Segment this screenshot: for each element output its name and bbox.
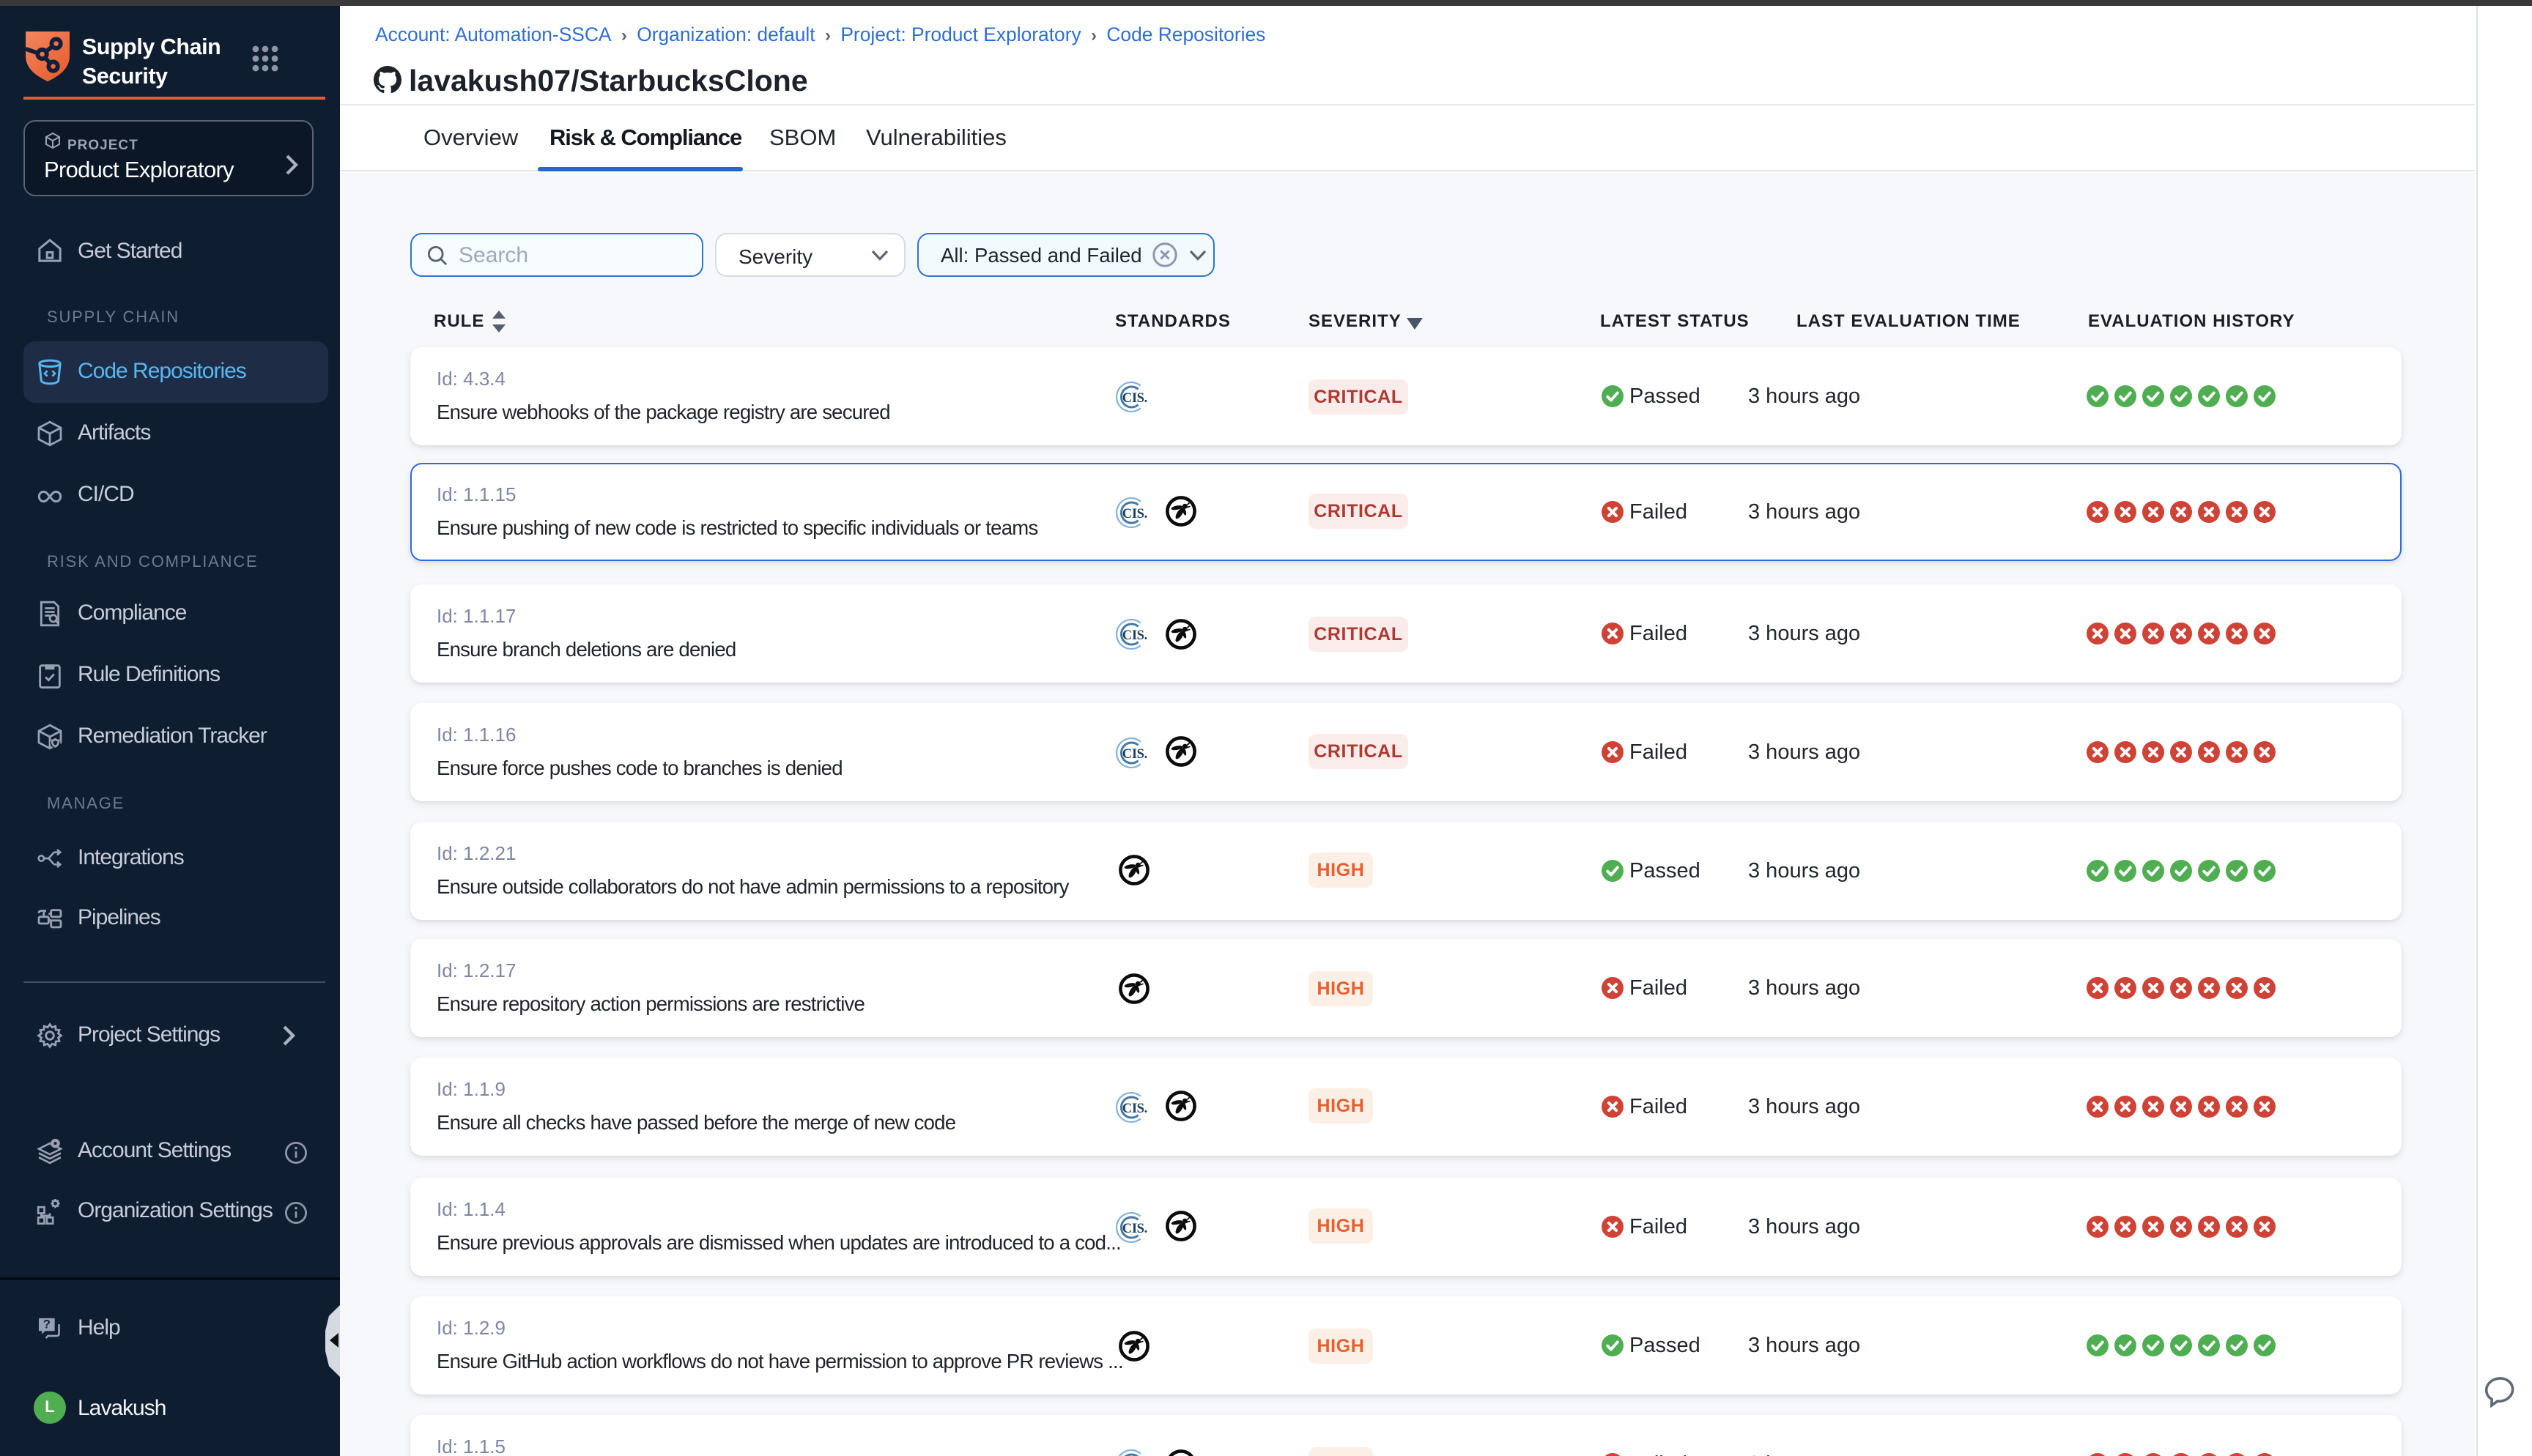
svg-text:CIS.: CIS. <box>1122 746 1147 761</box>
svg-text:CIS.: CIS. <box>1122 628 1147 643</box>
svg-text:CIS.: CIS. <box>1122 505 1147 521</box>
svg-text:CIS.: CIS. <box>1122 390 1147 406</box>
svg-text:CIS.: CIS. <box>1122 1100 1147 1115</box>
svg-text:CIS.: CIS. <box>1122 1220 1147 1236</box>
svg-text:?: ? <box>43 1318 51 1331</box>
